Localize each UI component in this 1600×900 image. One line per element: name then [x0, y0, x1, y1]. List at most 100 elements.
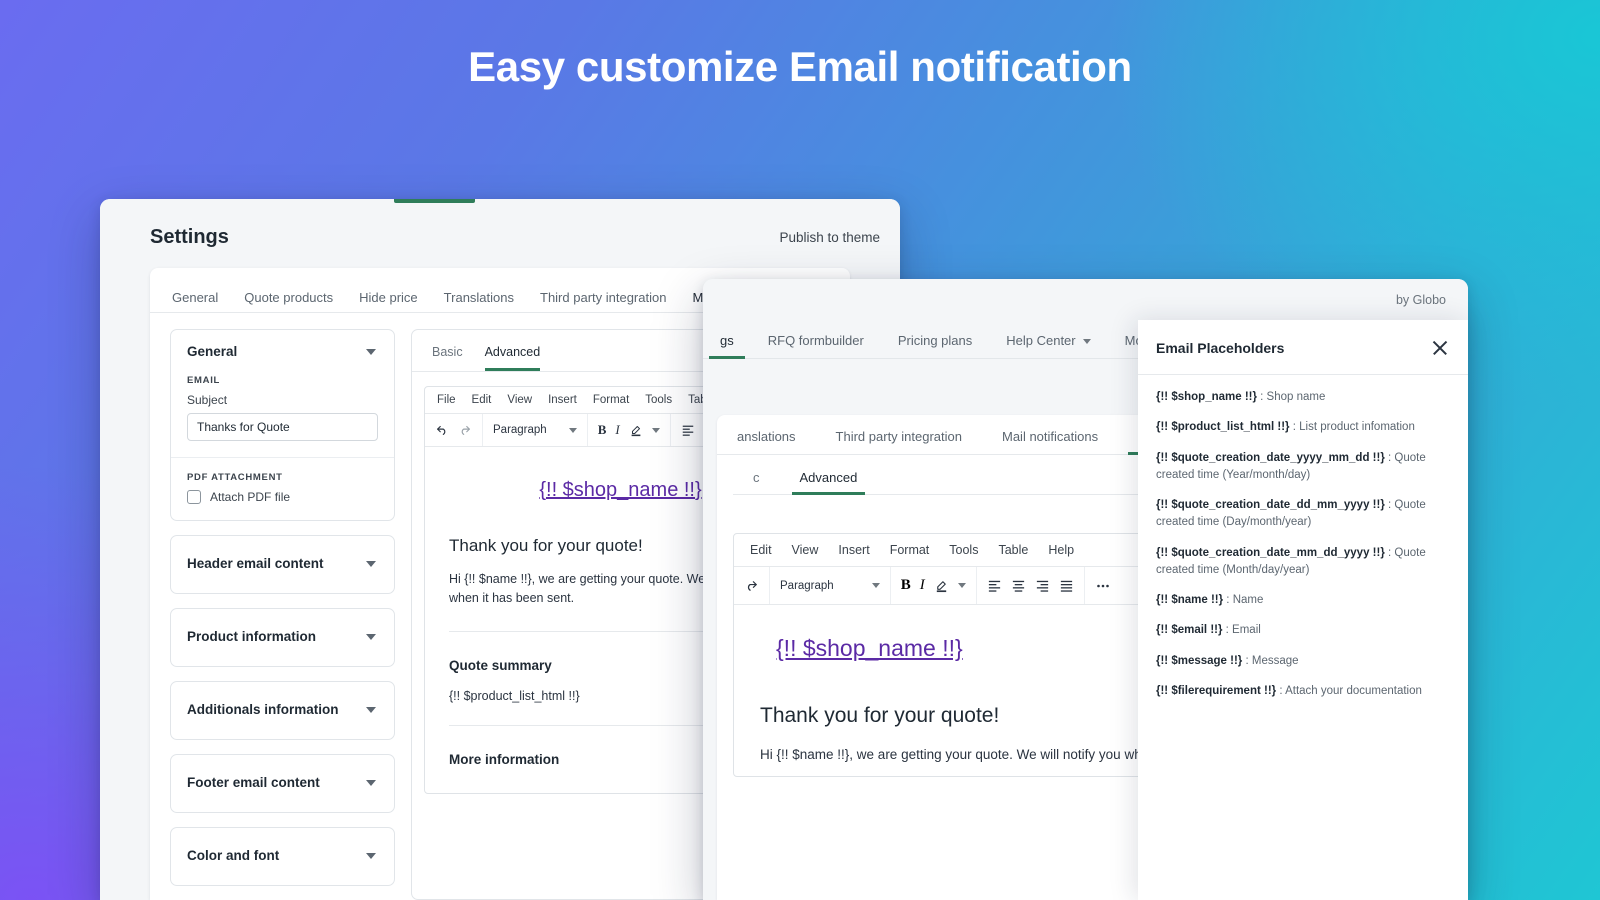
block-format-group-2[interactable]: Paragraph: [770, 567, 891, 604]
placeholder-item[interactable]: {!! $quote_creation_date_yyyy_mm_dd !!} …: [1156, 450, 1450, 485]
attach-pdf-checkbox[interactable]: [187, 490, 201, 504]
align-left-icon[interactable]: [681, 423, 695, 437]
bold-icon[interactable]: B: [598, 422, 607, 438]
tab2-third-party-integration[interactable]: Third party integration: [816, 429, 982, 454]
placeholder-desc: : Email: [1222, 624, 1261, 637]
placeholder-desc: : Name: [1223, 594, 1264, 606]
accordion-additionals-information[interactable]: Additionals information: [170, 681, 395, 740]
redo-icon[interactable]: [744, 578, 759, 593]
tab-quote-products[interactable]: Quote products: [244, 290, 333, 305]
placeholder-item[interactable]: {!! $shop_name !!} : Shop name: [1156, 389, 1450, 406]
italic-icon[interactable]: I: [615, 422, 619, 438]
menu2-tools[interactable]: Tools: [949, 543, 978, 557]
text-style-group: B I: [588, 414, 671, 446]
nav-pricing-plans[interactable]: Pricing plans: [881, 333, 989, 358]
align-left-icon[interactable]: [987, 578, 1002, 593]
subtab2-advanced[interactable]: Advanced: [780, 470, 878, 495]
accordion-footer-email-content[interactable]: Footer email content: [170, 754, 395, 813]
placeholders-panel-title: Email Placeholders: [1156, 340, 1285, 356]
nav-help-center-label: Help Center: [1006, 333, 1076, 348]
tab-third-party-integration[interactable]: Third party integration: [540, 290, 666, 305]
close-icon[interactable]: [1430, 338, 1450, 358]
settings-title: Settings: [150, 225, 229, 248]
text-color-icon[interactable]: [934, 578, 949, 593]
menu2-insert[interactable]: Insert: [838, 543, 869, 557]
overflow-group-2: [1085, 567, 1121, 604]
block-format-group[interactable]: Paragraph: [483, 414, 588, 446]
email-settings-section: EMAIL Subject: [171, 373, 394, 457]
placeholder-item[interactable]: {!! $message !!} : Message: [1156, 653, 1450, 670]
align-right-icon[interactable]: [1035, 578, 1050, 593]
bold-icon[interactable]: B: [901, 577, 911, 594]
placeholder-item[interactable]: {!! $quote_creation_date_dd_mm_yyyy !!} …: [1156, 497, 1450, 532]
history-group: [425, 414, 483, 446]
tab-general[interactable]: General: [172, 290, 218, 305]
accordion-color-and-font[interactable]: Color and font: [170, 827, 395, 886]
menu-insert[interactable]: Insert: [548, 394, 577, 406]
menu-format[interactable]: Format: [593, 394, 629, 406]
attach-pdf-row[interactable]: Attach PDF file: [187, 490, 378, 504]
placeholder-item[interactable]: {!! $filerequirement !!} : Attach your d…: [1156, 683, 1450, 700]
chevron-down-icon: [366, 560, 376, 567]
chevron-down-icon[interactable]: [957, 583, 966, 588]
placeholder-item[interactable]: {!! $name !!} : Name: [1156, 592, 1450, 609]
attach-pdf-label: Attach PDF file: [210, 490, 291, 504]
placeholder-token: {!! $quote_creation_date_yyyy_mm_dd !!}: [1156, 451, 1385, 464]
placeholder-desc: : Attach your documentation: [1276, 684, 1422, 697]
align-center-icon[interactable]: [1011, 578, 1026, 593]
nav-pricing-plans-label: Pricing plans: [897, 333, 973, 348]
subject-label: Subject: [187, 393, 228, 407]
text-color-icon[interactable]: [629, 423, 643, 437]
menu2-view[interactable]: View: [792, 543, 819, 557]
accordion-header-email-content[interactable]: Header email content: [170, 535, 395, 594]
pdf-section-label: PDF ATTACHMENT: [187, 472, 283, 483]
tab-translations[interactable]: Translations: [444, 290, 514, 305]
menu2-help[interactable]: Help: [1048, 543, 1074, 557]
nav-settings[interactable]: gs: [703, 333, 751, 359]
accordion-additionals-information-label: Additionals information: [187, 702, 339, 717]
chevron-down-icon: [366, 779, 376, 786]
menu-tools[interactable]: Tools: [645, 394, 672, 406]
chevron-down-icon: [871, 583, 880, 588]
placeholder-item[interactable]: {!! $email !!} : Email: [1156, 622, 1450, 639]
more-options-icon[interactable]: [1095, 578, 1111, 594]
accordion-general-label: General: [187, 344, 238, 359]
accordion-product-information[interactable]: Product information: [170, 608, 395, 667]
accordion-general-header[interactable]: General: [171, 330, 394, 373]
placeholder-token: {!! $quote_creation_date_mm_dd_yyyy !!}: [1156, 546, 1385, 559]
placeholder-item[interactable]: {!! $product_list_html !!} : List produc…: [1156, 419, 1450, 436]
chevron-down-icon: [366, 633, 376, 640]
subtab2-basic[interactable]: c: [733, 470, 780, 494]
menu2-format[interactable]: Format: [890, 543, 930, 557]
nav-help-center[interactable]: Help Center: [989, 333, 1107, 358]
tab2-translations[interactable]: anslations: [717, 429, 816, 454]
hero-banner: Easy customize Email notification: [0, 42, 1600, 92]
chevron-down-icon[interactable]: [651, 427, 660, 433]
placeholder-token: {!! $shop_name !!}: [1156, 391, 1257, 403]
redo-icon[interactable]: [458, 423, 472, 437]
subject-input[interactable]: [187, 413, 378, 441]
subtab-basic[interactable]: Basic: [432, 345, 463, 371]
settings-sidebar: General EMAIL Subject PDF ATTACHMENT Att…: [170, 329, 395, 900]
tab2-mail-notifications[interactable]: Mail notifications: [982, 429, 1118, 454]
menu-file[interactable]: File: [437, 394, 456, 406]
tab-hide-price[interactable]: Hide price: [359, 290, 418, 305]
align-justify-icon[interactable]: [1059, 578, 1074, 593]
menu-view[interactable]: View: [507, 394, 532, 406]
placeholder-token: {!! $filerequirement !!}: [1156, 684, 1277, 697]
publish-to-theme-button[interactable]: Publish to theme: [779, 230, 880, 245]
placeholder-item[interactable]: {!! $quote_creation_date_mm_dd_yyyy !!} …: [1156, 545, 1450, 580]
placeholder-token: {!! $product_list_html !!}: [1156, 421, 1290, 434]
placeholders-list: {!! $shop_name !!} : Shop name {!! $prod…: [1138, 375, 1468, 723]
by-globo-label: by Globo: [1395, 293, 1446, 307]
nav-rfq-formbuilder[interactable]: RFQ formbuilder: [751, 333, 881, 358]
block-format-value-2: Paragraph: [780, 579, 834, 592]
menu2-table[interactable]: Table: [998, 543, 1028, 557]
subtab-advanced[interactable]: Advanced: [484, 345, 541, 371]
undo-icon[interactable]: [435, 423, 449, 437]
email-placeholders-panel: Email Placeholders {!! $shop_name !!} : …: [1138, 320, 1468, 900]
menu2-edit[interactable]: Edit: [750, 543, 772, 557]
italic-icon[interactable]: I: [920, 577, 925, 594]
menu-edit[interactable]: Edit: [472, 394, 492, 406]
placeholder-desc: : Shop name: [1256, 391, 1326, 403]
